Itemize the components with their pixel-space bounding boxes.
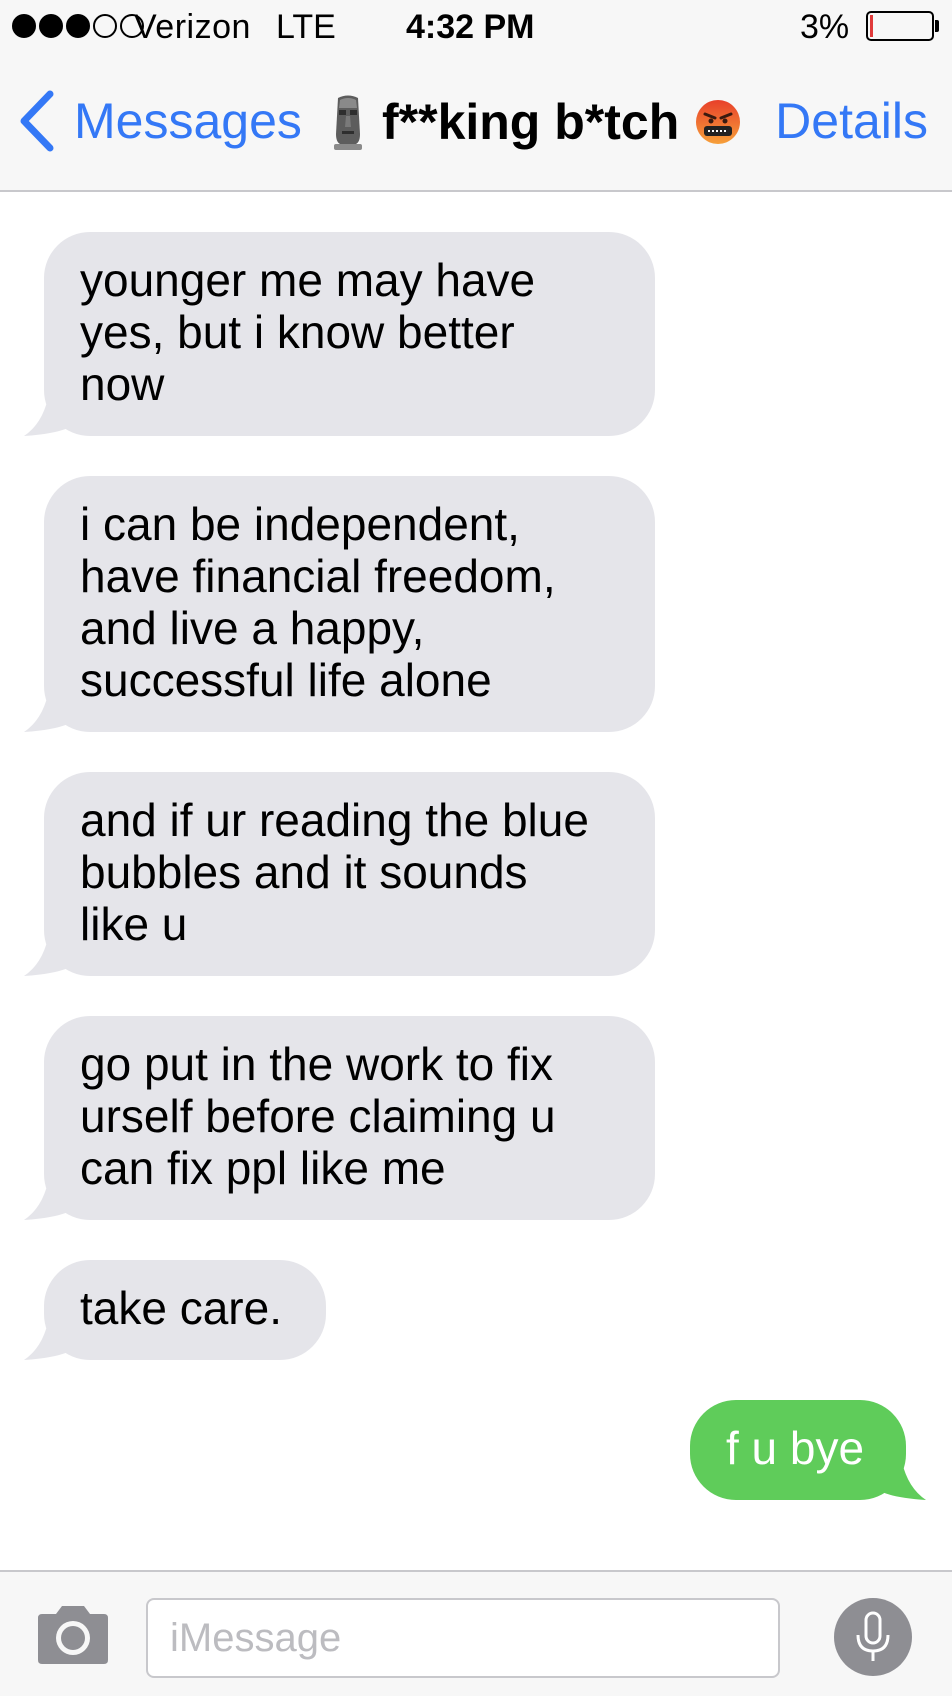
message-line: like u	[80, 898, 188, 950]
battery-percent: 3%	[800, 8, 850, 46]
message-line: successful life alone	[80, 654, 492, 706]
signal-dot	[12, 14, 36, 38]
microphone-button[interactable]	[834, 1598, 912, 1676]
message-bubble-outgoing[interactable]: f u bye	[690, 1400, 906, 1500]
back-button[interactable]: Messages	[16, 86, 302, 156]
message-thread[interactable]: younger me may have yes, but i know bett…	[0, 192, 952, 1570]
bubble-tail	[882, 1462, 926, 1500]
bubble-tail	[24, 398, 68, 436]
details-button[interactable]: Details	[775, 92, 928, 150]
carrier-name: Verizon	[134, 8, 251, 46]
message-line: younger me may have	[80, 254, 536, 306]
message-line: yes, but i know better	[80, 306, 515, 358]
message-line: take care.	[80, 1282, 282, 1334]
message-bubble-incoming[interactable]: and if ur reading the blue bubbles and i…	[44, 772, 655, 976]
message-line: can fix ppl like me	[80, 1142, 446, 1194]
chevron-left-icon	[20, 90, 54, 152]
bubble-tail	[24, 1182, 68, 1220]
signal-strength-icon	[12, 14, 144, 38]
camera-icon[interactable]	[34, 1602, 112, 1666]
conversation-title[interactable]: f**king b*tch	[330, 92, 741, 152]
signal-dot	[66, 14, 90, 38]
message-line: and if ur reading the blue	[80, 794, 589, 846]
conversation-title-text: f**king b*tch	[382, 94, 680, 150]
battery-icon	[866, 11, 934, 41]
status-time: 4:32 PM	[406, 8, 535, 46]
moai-icon	[334, 95, 362, 150]
message-line: have financial freedom,	[80, 550, 556, 602]
message-line: now	[80, 358, 165, 410]
bubble-tail	[24, 1322, 68, 1360]
network-type: LTE	[276, 8, 336, 46]
message-bubble-incoming[interactable]: younger me may have yes, but i know bett…	[44, 232, 655, 436]
bubble-tail	[24, 938, 68, 976]
battery-level	[870, 15, 873, 37]
message-line: bubbles and it sounds	[80, 846, 528, 898]
message-line: urself before claiming u	[80, 1090, 556, 1142]
signal-dot	[39, 14, 63, 38]
compose-bar	[0, 1570, 952, 1696]
navigation-bar: Messages f**king b*tch Details	[0, 54, 952, 192]
message-line: and live a happy,	[80, 602, 425, 654]
back-button-label: Messages	[74, 93, 302, 149]
battery-tip	[935, 20, 939, 32]
message-bubble-incoming[interactable]: take care.	[44, 1260, 326, 1360]
imessage-input[interactable]	[146, 1598, 780, 1678]
bubble-tail	[24, 694, 68, 732]
message-line: i can be independent,	[80, 498, 520, 550]
message-bubble-incoming[interactable]: go put in the work to fix urself before …	[44, 1016, 655, 1220]
status-bar: Verizon LTE 4:32 PM 3%	[0, 0, 952, 54]
signal-dot	[93, 14, 117, 38]
message-bubble-incoming[interactable]: i can be independent, have financial fre…	[44, 476, 655, 732]
microphone-icon	[856, 1611, 890, 1661]
message-line: go put in the work to fix	[80, 1038, 554, 1090]
angry-face-icon	[696, 100, 741, 144]
message-line: f u bye	[726, 1422, 865, 1474]
